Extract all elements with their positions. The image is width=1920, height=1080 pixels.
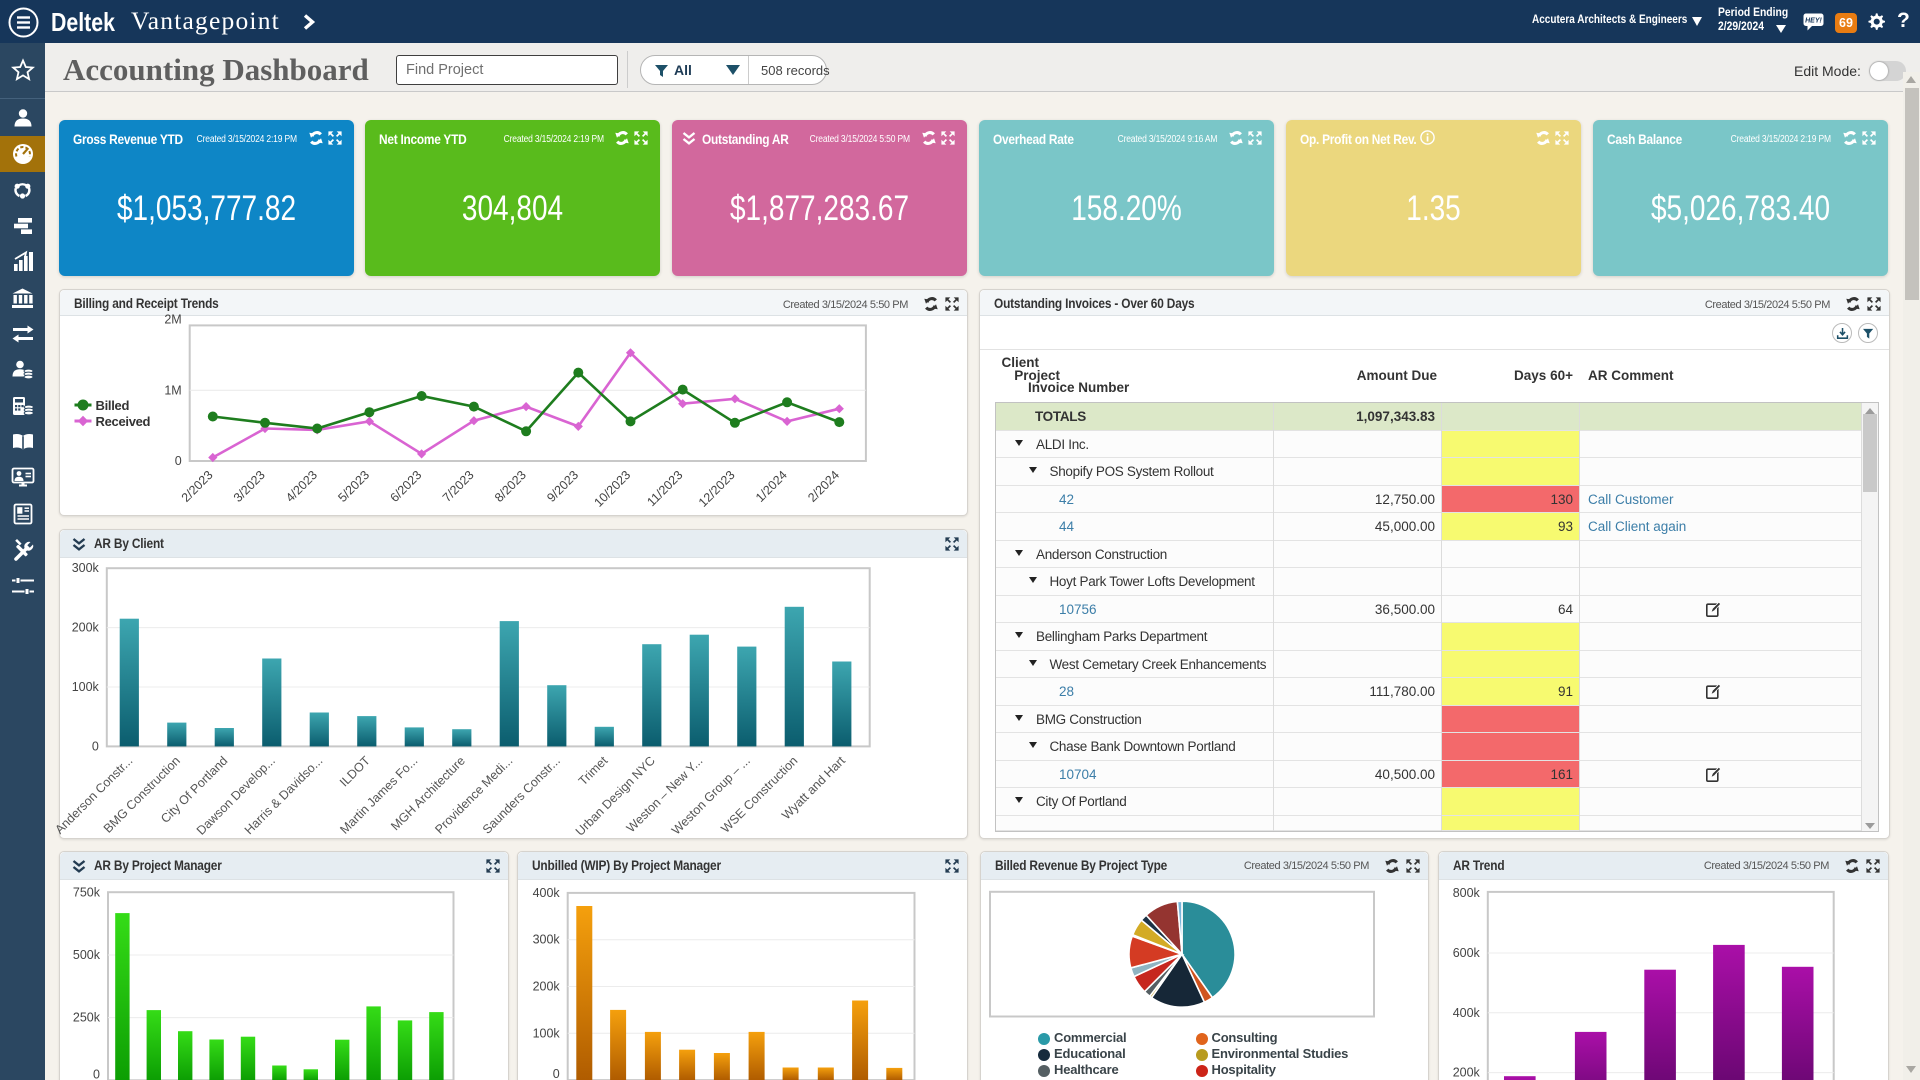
svg-text:5/2023: 5/2023 (335, 468, 372, 505)
svg-text:300k: 300k (532, 932, 560, 946)
svg-text:3/2023: 3/2023 (230, 468, 267, 505)
svg-text:12/2023: 12/2023 (695, 468, 737, 510)
svg-text:250k: 250k (72, 1010, 100, 1024)
svg-text:10/2023: 10/2023 (591, 468, 633, 510)
svg-text:7/2023: 7/2023 (439, 468, 476, 505)
svg-text:2/2023: 2/2023 (178, 468, 215, 505)
svg-text:HEY!: HEY! (1805, 18, 1822, 25)
svg-text:0: 0 (91, 739, 98, 753)
svg-text:400k: 400k (1453, 1005, 1481, 1019)
svg-text:4/2023: 4/2023 (283, 468, 320, 505)
svg-text:0: 0 (174, 454, 181, 468)
svg-text:400k: 400k (532, 885, 560, 899)
svg-text:11/2023: 11/2023 (644, 468, 685, 509)
svg-text:Urban Design NYC: Urban Design NYC (572, 754, 657, 839)
svg-text:2M: 2M (164, 313, 181, 327)
svg-text:600k: 600k (1453, 946, 1481, 960)
svg-text:1/2024: 1/2024 (752, 468, 789, 505)
svg-text:6/2023: 6/2023 (387, 468, 424, 505)
svg-text:Anderson Constr...: Anderson Constr... (52, 754, 135, 837)
svg-text:Trimet: Trimet (575, 753, 610, 788)
svg-text:500k: 500k (72, 948, 100, 962)
svg-text:0: 0 (93, 1067, 100, 1080)
svg-text:ILDOT: ILDOT (336, 753, 372, 789)
svg-text:1M: 1M (164, 383, 181, 397)
svg-text:0: 0 (552, 1067, 559, 1080)
svg-text:9/2023: 9/2023 (544, 468, 581, 505)
svg-text:8/2023: 8/2023 (491, 468, 528, 505)
svg-text:750k: 750k (72, 885, 100, 899)
svg-text:200k: 200k (1453, 1065, 1481, 1079)
svg-text:Received: Received (95, 414, 150, 429)
svg-text:800k: 800k (1453, 886, 1481, 900)
svg-text:2/2024: 2/2024 (805, 468, 842, 505)
svg-text:Dawson Develop...: Dawson Develop... (193, 754, 277, 838)
svg-text:200k: 200k (71, 621, 99, 635)
svg-text:100k: 100k (532, 1026, 560, 1040)
svg-text:Billed: Billed (95, 398, 129, 413)
svg-text:300k: 300k (71, 561, 99, 575)
svg-text:100k: 100k (71, 680, 99, 694)
svg-text:200k: 200k (532, 979, 560, 993)
